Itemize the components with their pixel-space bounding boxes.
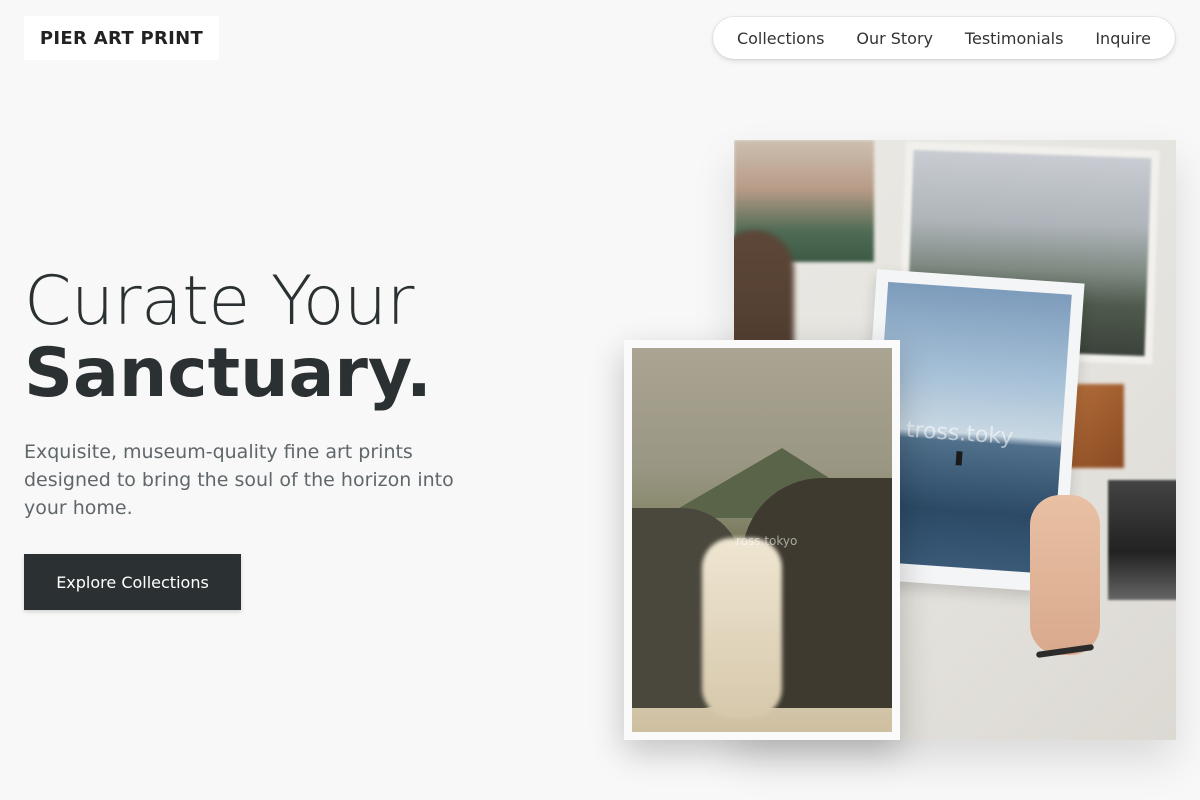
watercolor-waterfall-art: ross.tokyo xyxy=(632,348,892,732)
nav-item-testimonials[interactable]: Testimonials xyxy=(965,29,1064,48)
nav-item-collections[interactable]: Collections xyxy=(737,29,824,48)
main-nav: Collections Our Story Testimonials Inqui… xyxy=(713,17,1175,59)
boat-icon xyxy=(955,451,963,466)
front-watermark: ross.tokyo xyxy=(736,534,798,548)
wall-print-portrait xyxy=(1108,480,1176,600)
hand xyxy=(1030,495,1100,655)
explore-collections-button[interactable]: Explore Collections xyxy=(24,554,241,610)
nav-item-inquire[interactable]: Inquire xyxy=(1095,29,1151,48)
hero-title-line2: Sanctuary. xyxy=(24,334,432,413)
hero-subtitle: Exquisite, museum-quality fine art print… xyxy=(24,441,454,519)
featured-print-card: ross.tokyo xyxy=(624,340,900,740)
brand-logo[interactable]: PIER ART PRINT xyxy=(24,16,219,60)
hero-title: Curate Your Sanctuary. xyxy=(24,268,432,408)
nav-item-our-story[interactable]: Our Story xyxy=(856,29,933,48)
hero-title-line1: Curate Your xyxy=(24,262,414,341)
